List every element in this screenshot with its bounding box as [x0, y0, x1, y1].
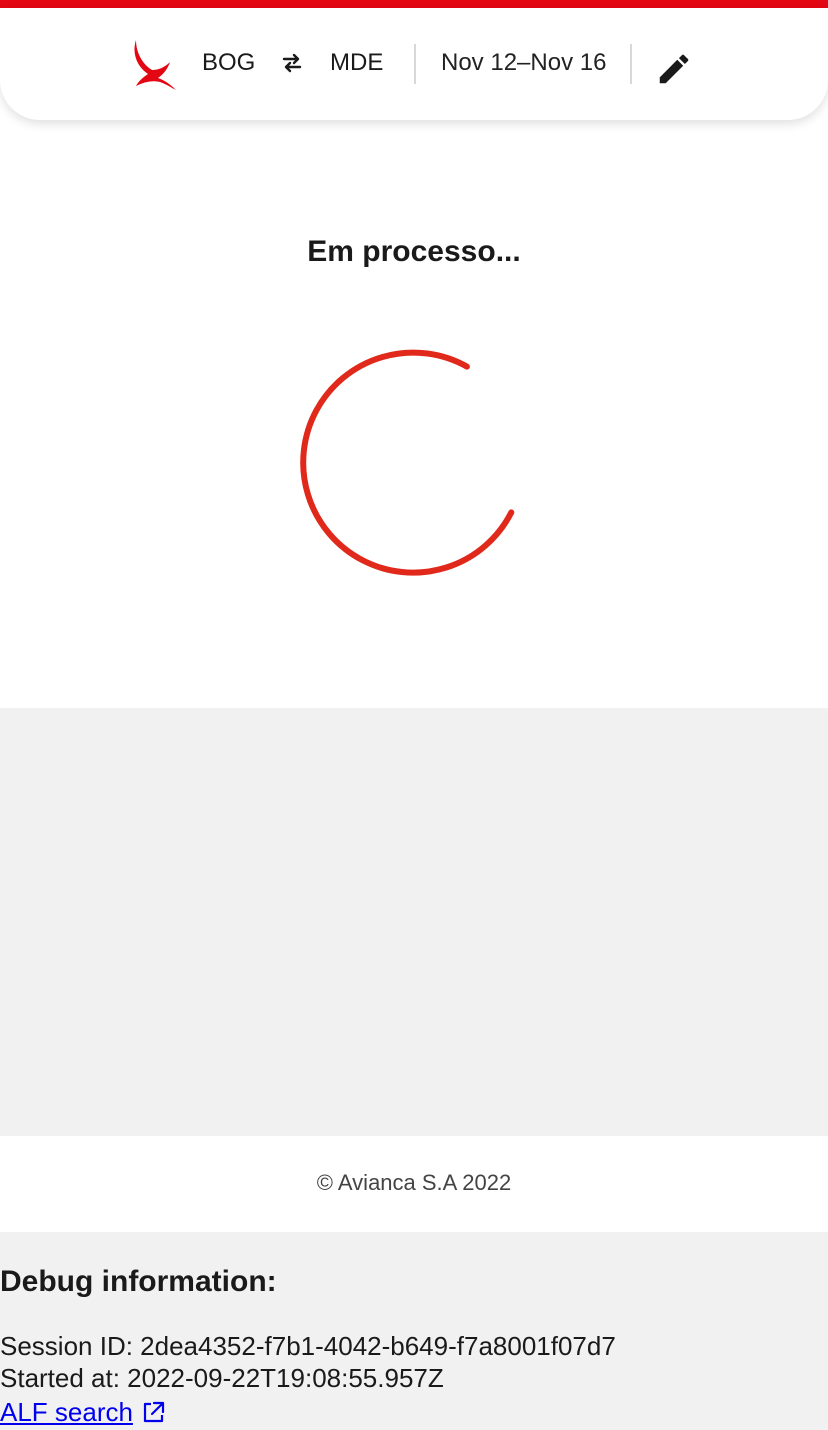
alf-search-link[interactable]: ALF search [0, 1396, 133, 1428]
session-id: Session ID: 2dea4352-f7b1-4042-b649-f7a8… [0, 1331, 616, 1361]
processing-title: Em processo... [307, 235, 521, 269]
header-divider [630, 44, 632, 84]
avianca-logo-icon[interactable] [130, 38, 178, 92]
results-placeholder [0, 708, 828, 1136]
copyright-text: © Avianca S.A 2022 [316, 1170, 512, 1195]
debug-title: Debug information: [0, 1265, 277, 1298]
origin-code: BOG [202, 49, 256, 76]
search-summary-header: BOG MDE Nov 12–Nov 16 [0, 8, 828, 120]
debug-panel: Debug information: Session ID: 2dea4352-… [0, 1232, 828, 1430]
travel-dates: Nov 12–Nov 16 [441, 49, 607, 76]
external-link-icon[interactable] [140, 1400, 166, 1426]
header-divider [414, 44, 416, 84]
destination-code: MDE [330, 49, 384, 76]
started-at: Started at: 2022-09-22T19:08:55.957Z [0, 1363, 444, 1393]
brand-stripe [0, 0, 828, 8]
swap-arrows-icon [282, 53, 302, 73]
loading-spinner-icon [300, 349, 515, 576]
edit-search-pencil-icon[interactable] [655, 50, 693, 88]
